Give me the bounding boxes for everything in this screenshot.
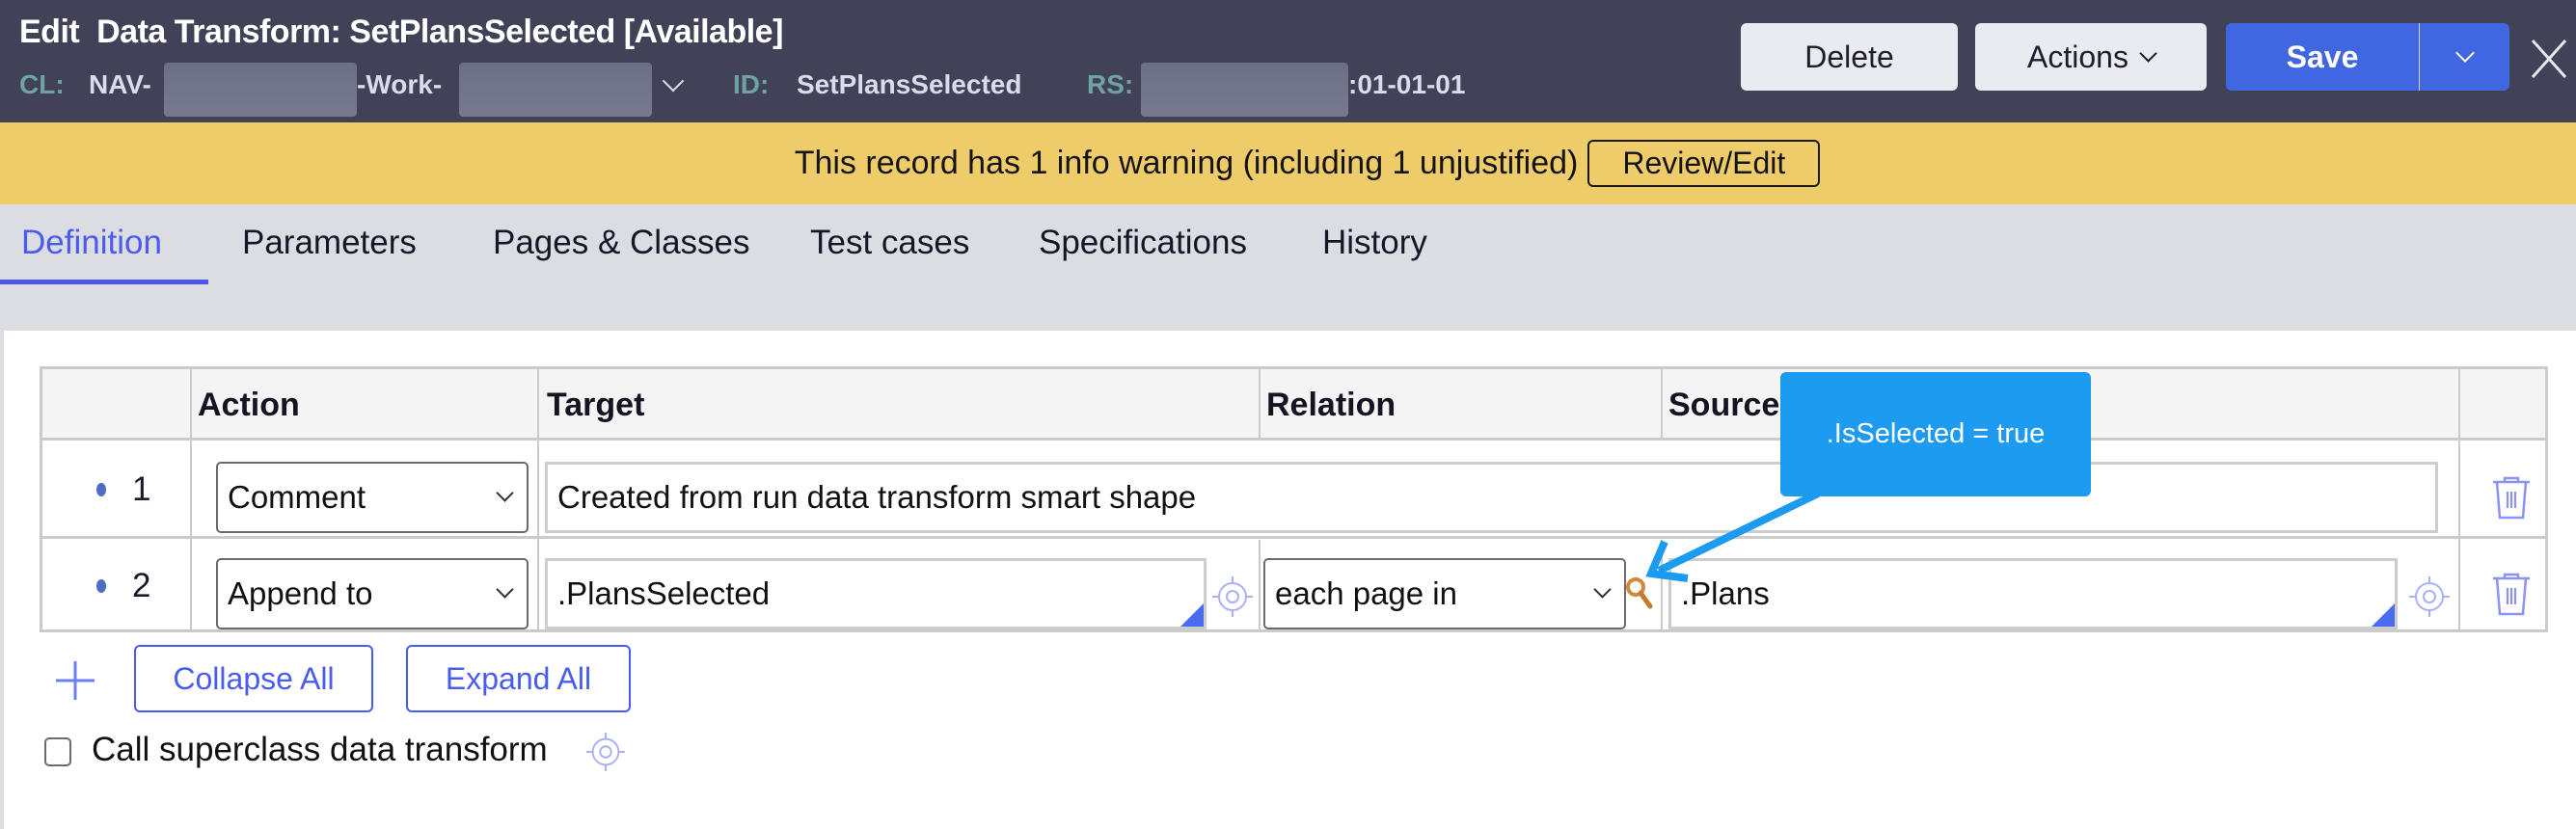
collapse-all-label: Collapse All — [173, 660, 335, 696]
active-tab-indicator — [0, 280, 208, 284]
comment-text: Created from run data transform smart sh… — [557, 479, 1197, 515]
warning-banner: This record has 1 info warning (includin… — [0, 122, 2576, 204]
call-superclass-label: Call superclass data transform — [92, 731, 548, 768]
class-label: CL: — [19, 69, 65, 99]
tab-parameters[interactable]: Parameters — [242, 224, 417, 262]
add-row-button[interactable] — [54, 659, 96, 702]
target-property-picker[interactable] — [1210, 575, 1255, 623]
chevron-down-icon — [1593, 580, 1612, 599]
delete-row-button[interactable] — [2491, 475, 2532, 525]
crosshair-icon — [2409, 576, 2450, 617]
grid-header-row: Action Target Relation Source — [42, 369, 2545, 441]
expand-all-label: Expand All — [445, 660, 592, 696]
column-header-action: Action — [198, 387, 300, 423]
action-select-value: Append to — [228, 575, 373, 611]
column-divider — [1661, 369, 1663, 441]
class-part-2: -Work- — [357, 69, 443, 99]
availability-status: [Available] — [623, 13, 784, 50]
column-header-target: Target — [547, 387, 645, 423]
id-label: ID: — [733, 69, 770, 99]
save-options-button[interactable] — [2419, 23, 2509, 91]
column-divider — [190, 369, 192, 629]
record-header: Edit Data Transform: SetPlansSelected [A… — [0, 0, 2576, 122]
redacted-ruleset — [1141, 63, 1348, 117]
redacted-class-segment — [164, 63, 357, 117]
plus-icon — [56, 661, 95, 700]
ruleset-label: RS: — [1087, 69, 1134, 99]
row-bullet-icon — [96, 483, 106, 496]
id-value: SetPlansSelected — [797, 69, 1022, 99]
delete-button[interactable]: Delete — [1741, 23, 1958, 91]
tab-history[interactable]: History — [1322, 224, 1427, 262]
column-divider — [1259, 540, 1261, 632]
autocomplete-corner-icon — [1180, 603, 1204, 627]
title-text: Data Transform: SetPlansSelected — [96, 13, 615, 50]
column-header-relation: Relation — [1266, 387, 1396, 423]
row-number: 2 — [132, 567, 151, 604]
chevron-down-icon — [2454, 43, 2475, 63]
class-part-1: NAV- — [89, 69, 151, 99]
tab-pages-classes[interactable]: Pages & Classes — [493, 224, 750, 262]
trash-icon — [2493, 476, 2530, 520]
class-dropdown-chevron-icon[interactable] — [662, 69, 685, 93]
row-bullet-icon — [96, 579, 106, 593]
column-divider — [1259, 369, 1261, 441]
column-divider — [2458, 369, 2460, 629]
review-edit-button[interactable]: Review/Edit — [1587, 140, 1821, 187]
chevron-down-icon — [496, 580, 514, 599]
annotation-callout: .IsSelected = true — [1780, 372, 2091, 496]
relation-select-value: each page in — [1275, 575, 1457, 611]
annotation-text: .IsSelected = true — [1826, 418, 2046, 449]
close-button[interactable] — [2525, 35, 2573, 83]
action-select[interactable]: Comment — [216, 462, 529, 533]
row-number: 1 — [132, 470, 151, 508]
comment-input[interactable]: Created from run data transform smart sh… — [545, 462, 2438, 533]
trash-icon — [2493, 573, 2530, 616]
delete-button-label: Delete — [1804, 39, 1894, 74]
crosshair-icon — [1212, 576, 1253, 617]
autocomplete-corner-icon — [2372, 603, 2395, 627]
title-prefix: Edit — [19, 13, 80, 50]
save-button-label: Save — [2286, 39, 2359, 74]
transform-steps-grid: Action Target Relation Source 1 Comment … — [40, 366, 2548, 632]
save-button[interactable]: Save — [2226, 23, 2419, 91]
action-select-value: Comment — [228, 479, 366, 515]
actions-menu-button[interactable]: Actions — [1975, 23, 2207, 91]
annotation-arrow-icon — [1645, 490, 1820, 582]
expand-all-button[interactable]: Expand All — [406, 645, 631, 712]
crosshair-icon — [585, 732, 626, 772]
redacted-class-segment — [459, 63, 652, 117]
column-divider — [537, 369, 539, 629]
chevron-down-icon — [496, 484, 514, 502]
superclass-property-picker[interactable] — [584, 731, 627, 777]
column-header-source: Source — [1668, 387, 1780, 423]
target-input[interactable]: .PlansSelected — [545, 558, 1207, 629]
action-select[interactable]: Append to — [216, 558, 529, 629]
tab-specifications[interactable]: Specifications — [1039, 224, 1247, 262]
target-value: .PlansSelected — [557, 575, 771, 611]
close-icon — [2531, 39, 2567, 79]
ruleset-version: :01-01-01 — [1348, 69, 1466, 99]
chevron-down-icon — [2139, 43, 2157, 63]
row-divider — [42, 536, 2545, 539]
record-title: Edit Data Transform: SetPlansSelected [A… — [19, 13, 783, 51]
source-property-picker[interactable] — [2407, 575, 2452, 623]
actions-button-label: Actions — [2027, 39, 2129, 74]
tab-bar: Definition Parameters Pages & Classes Te… — [0, 204, 2576, 331]
tab-test-cases[interactable]: Test cases — [810, 224, 969, 262]
collapse-all-button[interactable]: Collapse All — [134, 645, 373, 712]
warning-text: This record has 1 info warning (includin… — [794, 145, 1579, 181]
call-superclass-checkbox[interactable] — [44, 737, 71, 766]
tab-definition[interactable]: Definition — [21, 224, 162, 262]
delete-row-button[interactable] — [2491, 572, 2532, 622]
relation-select[interactable]: each page in — [1263, 558, 1626, 629]
